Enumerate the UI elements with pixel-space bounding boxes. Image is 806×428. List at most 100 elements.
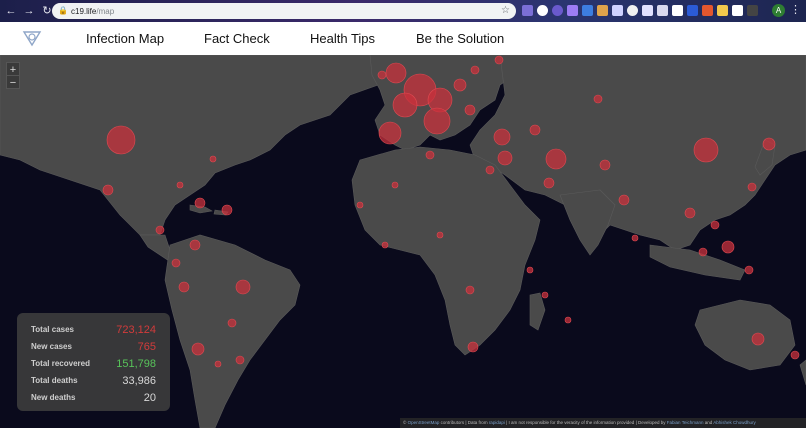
site-header: Infection Map Fact Check Health Tips Be …	[0, 22, 806, 55]
lock-icon: 🔒	[58, 6, 68, 15]
zoom-in-button[interactable]: +	[6, 62, 20, 76]
stat-value: 33,986	[122, 374, 156, 387]
case-bubble[interactable]	[423, 107, 451, 135]
case-bubble[interactable]	[227, 318, 237, 328]
more-menu-icon[interactable]: ⋮	[790, 3, 801, 16]
stat-total-recovered: Total recovered 151,798	[31, 355, 156, 372]
case-bubble[interactable]	[464, 104, 476, 116]
extension-icon[interactable]	[567, 5, 578, 16]
case-bubble[interactable]	[631, 234, 639, 242]
arrow-right-icon[interactable]: →	[22, 4, 36, 18]
case-bubble[interactable]	[593, 94, 603, 104]
case-bubble[interactable]	[698, 247, 708, 257]
extension-icon[interactable]	[552, 5, 563, 16]
case-bubble[interactable]	[467, 341, 479, 353]
extension-icon[interactable]	[522, 5, 533, 16]
case-bubble[interactable]	[381, 241, 389, 249]
nav-link-be-the-solution[interactable]: Be the Solution	[416, 31, 504, 46]
data-source-link[interactable]: rapidapi	[489, 420, 505, 425]
case-bubble[interactable]	[377, 70, 387, 80]
nav-link-infection-map[interactable]: Infection Map	[86, 31, 164, 46]
extension-icon[interactable]	[672, 5, 683, 16]
bookmark-star-icon[interactable]: ☆	[501, 5, 510, 17]
case-bubble[interactable]	[385, 62, 407, 84]
case-bubble[interactable]	[356, 201, 364, 209]
stat-label: New deaths	[31, 393, 76, 402]
osm-link[interactable]: OpenStreetMap	[408, 420, 440, 425]
case-bubble[interactable]	[378, 121, 402, 145]
case-bubble[interactable]	[235, 279, 251, 295]
extension-icon[interactable]	[687, 5, 698, 16]
case-bubble[interactable]	[191, 342, 205, 356]
extension-icon[interactable]	[537, 5, 548, 16]
url-host: c19.life	[71, 6, 97, 16]
profile-avatar[interactable]: A	[772, 4, 785, 17]
address-bar[interactable]: 🔒 c19.life/map ☆	[52, 3, 516, 19]
case-bubble[interactable]	[541, 291, 549, 299]
case-bubble[interactable]	[693, 137, 719, 163]
map-attribution: © OpenStreetMap contributors | Data from…	[400, 418, 806, 428]
developer-link[interactable]: Abhishek Chowdhury	[713, 420, 756, 425]
case-bubble[interactable]	[436, 231, 444, 239]
case-bubble[interactable]	[762, 137, 776, 151]
developer-link[interactable]: Fabian Teichmann	[667, 420, 704, 425]
extension-icon[interactable]	[732, 5, 743, 16]
case-bubble[interactable]	[485, 165, 495, 175]
site-logo-icon[interactable]	[22, 29, 42, 47]
case-bubble[interactable]	[176, 181, 184, 189]
case-bubble[interactable]	[106, 125, 136, 155]
case-bubble[interactable]	[618, 194, 630, 206]
case-bubble[interactable]	[189, 239, 201, 251]
extension-icon[interactable]	[747, 5, 758, 16]
extension-icon[interactable]	[597, 5, 608, 16]
case-bubble[interactable]	[194, 197, 206, 209]
case-bubble[interactable]	[178, 281, 190, 293]
extension-icon[interactable]	[657, 5, 668, 16]
extension-icon[interactable]	[642, 5, 653, 16]
case-bubble[interactable]	[494, 55, 504, 65]
case-bubble[interactable]	[599, 159, 611, 171]
case-bubble[interactable]	[747, 182, 757, 192]
case-bubble[interactable]	[543, 177, 555, 189]
case-bubble[interactable]	[102, 184, 114, 196]
stat-label: Total recovered	[31, 359, 90, 368]
arrow-left-icon[interactable]: ←	[4, 4, 18, 18]
extension-icon[interactable]	[612, 5, 623, 16]
attribution-and: and	[703, 420, 714, 425]
stat-value: 151,798	[116, 357, 156, 370]
case-bubble[interactable]	[392, 92, 418, 118]
case-bubble[interactable]	[744, 265, 754, 275]
case-bubble[interactable]	[453, 78, 467, 92]
case-bubble[interactable]	[465, 285, 475, 295]
url-text: c19.life/map	[71, 7, 114, 16]
extension-icon[interactable]	[702, 5, 713, 16]
case-bubble[interactable]	[684, 207, 696, 219]
case-bubble[interactable]	[564, 316, 572, 324]
case-bubble[interactable]	[545, 148, 567, 170]
nav-link-health-tips[interactable]: Health Tips	[310, 31, 375, 46]
case-bubble[interactable]	[171, 258, 181, 268]
case-bubble[interactable]	[751, 332, 765, 346]
case-bubble[interactable]	[493, 128, 511, 146]
case-bubble[interactable]	[221, 204, 233, 216]
case-bubble[interactable]	[526, 266, 534, 274]
case-bubble[interactable]	[529, 124, 541, 136]
case-bubble[interactable]	[209, 155, 217, 163]
case-bubble[interactable]	[391, 181, 399, 189]
case-bubble[interactable]	[497, 150, 513, 166]
case-bubble[interactable]	[425, 150, 435, 160]
case-bubble[interactable]	[790, 350, 800, 360]
case-bubble[interactable]	[710, 220, 720, 230]
case-bubble[interactable]	[235, 355, 245, 365]
case-bubble[interactable]	[721, 240, 735, 254]
zoom-out-button[interactable]: −	[6, 75, 20, 89]
stat-label: New cases	[31, 342, 72, 351]
south-america-land	[164, 234, 301, 428]
nav-link-fact-check[interactable]: Fact Check	[204, 31, 270, 46]
extension-icon[interactable]	[627, 5, 638, 16]
case-bubble[interactable]	[214, 360, 222, 368]
extension-icon[interactable]	[717, 5, 728, 16]
case-bubble[interactable]	[470, 65, 480, 75]
case-bubble[interactable]	[155, 225, 165, 235]
extension-icon[interactable]	[582, 5, 593, 16]
